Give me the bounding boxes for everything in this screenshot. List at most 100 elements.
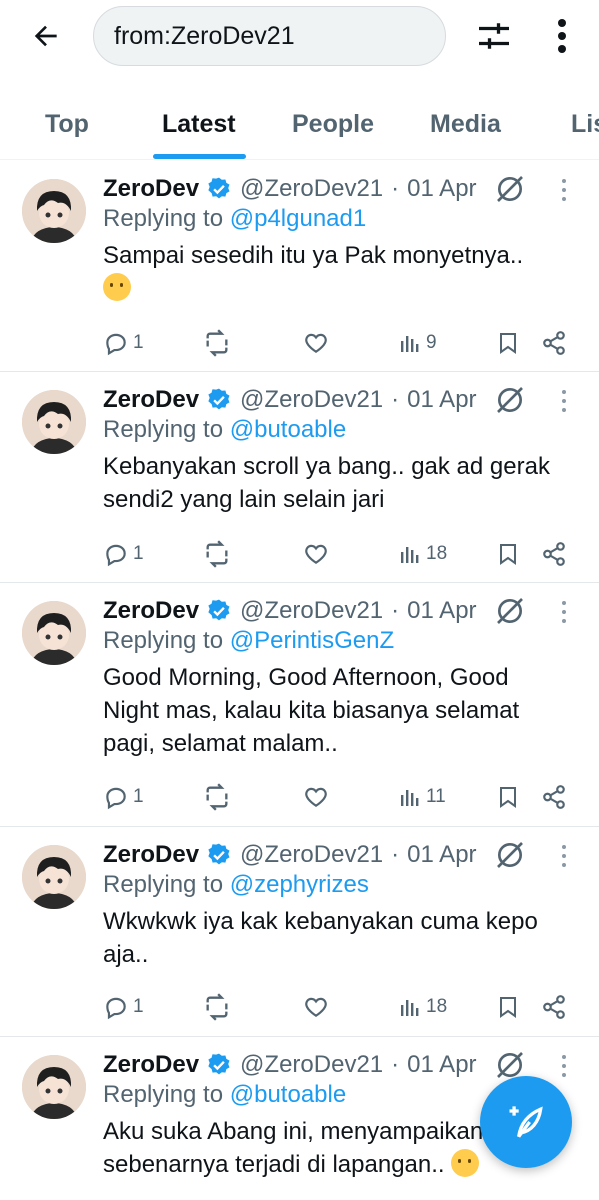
- tweet-more-button[interactable]: [556, 841, 572, 871]
- share-button[interactable]: [541, 325, 567, 361]
- reply-to-link[interactable]: @butoable: [230, 416, 346, 443]
- reply-count: 1: [133, 996, 144, 1017]
- bookmark-button[interactable]: [496, 989, 520, 1025]
- retweet-button[interactable]: [203, 989, 235, 1025]
- tweet-text: Kebanyakan scroll ya bang.. gak ad gerak…: [103, 453, 550, 513]
- tweet-date[interactable]: 01 Apr: [407, 175, 476, 203]
- tweet-date[interactable]: 01 Apr: [407, 386, 476, 414]
- share-icon: [543, 542, 565, 566]
- share-button[interactable]: [541, 536, 567, 572]
- author-handle[interactable]: @ZeroDev21: [240, 841, 383, 869]
- share-button[interactable]: [541, 989, 567, 1025]
- author-handle[interactable]: @ZeroDev21: [240, 1051, 383, 1079]
- views-button[interactable]: 9: [398, 325, 437, 361]
- retweet-button[interactable]: [203, 536, 235, 572]
- tweet-text: Good Morning, Good Afternoon, Good Night…: [103, 664, 520, 757]
- reply-to-link[interactable]: @p4lgunad1: [230, 205, 366, 232]
- avatar[interactable]: [22, 1055, 86, 1119]
- bookmark-icon: [500, 333, 516, 354]
- reply-button[interactable]: 1: [103, 325, 144, 361]
- view-count: 18: [426, 996, 448, 1017]
- vertical-ellipsis-icon: [558, 19, 566, 53]
- crying-face-emoji: [451, 1149, 480, 1177]
- avatar[interactable]: [22, 601, 86, 665]
- separator-dot: ·: [391, 597, 400, 624]
- bookmark-button[interactable]: [496, 325, 520, 361]
- tweet-date[interactable]: 01 Apr: [407, 1051, 476, 1079]
- compose-post-button[interactable]: [480, 1076, 572, 1168]
- avatar[interactable]: [22, 845, 86, 909]
- tweet-text: Wkwkwk iya kak kebanyakan cuma kepo aja.…: [103, 908, 538, 968]
- reply-to-link[interactable]: @butoable: [230, 1081, 346, 1108]
- views-button[interactable]: 11: [398, 779, 446, 815]
- views-button[interactable]: 18: [398, 989, 447, 1025]
- reply-to-link[interactable]: @PerintisGenZ: [230, 627, 394, 654]
- verified-badge-icon: [206, 598, 232, 624]
- tweet-more-button[interactable]: [556, 175, 572, 205]
- reply-button[interactable]: 1: [103, 536, 144, 572]
- retweet-button[interactable]: [203, 779, 235, 815]
- like-button[interactable]: [303, 989, 333, 1025]
- retweet-button[interactable]: [203, 325, 235, 361]
- tab-media[interactable]: Media: [430, 96, 501, 160]
- search-filter-button[interactable]: [472, 14, 516, 58]
- grok-icon[interactable]: [494, 384, 526, 416]
- tweet[interactable]: ZeroDev @ZeroDev21 · 01 Apr Replying to …: [0, 827, 599, 1037]
- author-name[interactable]: ZeroDev: [103, 841, 199, 869]
- views-button[interactable]: 18: [398, 536, 447, 572]
- reply-to-link[interactable]: @zephyrizes: [230, 871, 369, 898]
- tweet-more-button[interactable]: [556, 386, 572, 416]
- like-button[interactable]: [303, 536, 333, 572]
- separator-dot: ·: [391, 175, 400, 202]
- author-name[interactable]: ZeroDev: [103, 175, 199, 203]
- share-button[interactable]: [541, 779, 567, 815]
- bookmark-icon: [500, 787, 516, 808]
- tear-smile-emoji: [103, 273, 131, 301]
- author-name[interactable]: ZeroDev: [103, 597, 199, 625]
- reply-icon: [106, 333, 126, 356]
- more-options-button[interactable]: [542, 14, 582, 58]
- tweet-more-button[interactable]: [556, 597, 572, 627]
- view-count: 11: [426, 786, 446, 807]
- author-handle[interactable]: @ZeroDev21: [240, 386, 383, 414]
- tab-people[interactable]: People: [292, 96, 374, 160]
- reply-icon: [106, 787, 126, 810]
- tweet-date[interactable]: 01 Apr: [407, 597, 476, 625]
- replying-to: Replying to @PerintisGenZ: [103, 627, 395, 654]
- replying-to: Replying to @butoable: [103, 1081, 347, 1108]
- verified-badge-icon: [206, 1052, 232, 1078]
- retweet-icon: [206, 993, 228, 1021]
- author-name[interactable]: ZeroDev: [103, 386, 199, 414]
- search-query-text: from:ZeroDev21: [114, 21, 295, 50]
- avatar[interactable]: [22, 179, 86, 243]
- grok-icon[interactable]: [494, 173, 526, 205]
- tweet[interactable]: ZeroDev @ZeroDev21 · 01 Apr Replying to …: [0, 161, 599, 372]
- tweet[interactable]: ZeroDev @ZeroDev21 · 01 Apr Replying to …: [0, 583, 599, 827]
- separator-dot: ·: [391, 1051, 400, 1078]
- reply-button[interactable]: 1: [103, 989, 144, 1025]
- grok-icon[interactable]: [494, 839, 526, 871]
- author-handle[interactable]: @ZeroDev21: [240, 597, 383, 625]
- tweet[interactable]: ZeroDev @ZeroDev21 · 01 Apr Replying to …: [0, 372, 599, 583]
- tab-top[interactable]: Top: [45, 96, 89, 160]
- bookmark-button[interactable]: [496, 536, 520, 572]
- bookmark-button[interactable]: [496, 779, 520, 815]
- tab-latest[interactable]: Latest: [162, 96, 236, 160]
- reply-button[interactable]: 1: [103, 779, 144, 815]
- back-button[interactable]: [22, 14, 70, 58]
- tweet-header: ZeroDev @ZeroDev21 · 01 Apr: [103, 171, 477, 207]
- like-button[interactable]: [303, 779, 333, 815]
- views-icon: [401, 1000, 419, 1016]
- author-handle[interactable]: @ZeroDev21: [240, 175, 383, 203]
- author-name[interactable]: ZeroDev: [103, 1051, 199, 1079]
- tab-lists[interactable]: Lis: [571, 96, 599, 160]
- reply-count: 1: [133, 543, 144, 564]
- grok-icon[interactable]: [494, 595, 526, 627]
- avatar[interactable]: [22, 390, 86, 454]
- views-icon: [401, 547, 419, 563]
- tweet-date[interactable]: 01 Apr: [407, 841, 476, 869]
- search-input[interactable]: from:ZeroDev21: [93, 6, 446, 66]
- verified-badge-icon: [206, 842, 232, 868]
- tweet-more-button[interactable]: [556, 1051, 572, 1081]
- like-button[interactable]: [303, 325, 333, 361]
